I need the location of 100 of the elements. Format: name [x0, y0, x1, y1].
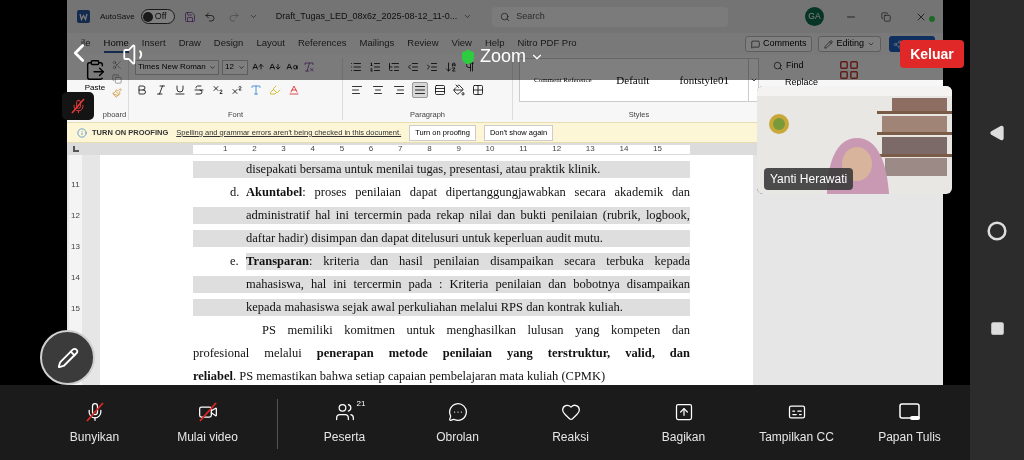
underline-icon — [174, 84, 186, 96]
save-button[interactable] — [182, 9, 197, 24]
mic-off-icon — [83, 401, 106, 423]
search-field[interactable]: Search — [492, 6, 729, 27]
ribbon-tab[interactable]: Draw — [178, 35, 201, 53]
sort-button[interactable] — [444, 60, 458, 74]
style-option[interactable]: Default — [616, 71, 680, 89]
align-icon — [393, 84, 405, 96]
comments-button[interactable]: Comments — [744, 36, 813, 52]
info-icon — [77, 127, 87, 138]
caret-icon — [209, 63, 216, 71]
participants-button[interactable]: 21 Peserta — [288, 401, 401, 446]
chat-button[interactable]: Obrolan — [401, 401, 514, 446]
circle-icon — [987, 220, 1007, 241]
caret-icon — [867, 40, 875, 48]
ribbon-tab[interactable]: Home — [103, 35, 129, 53]
scissors-icon — [112, 60, 122, 70]
ruler-number: 11 — [519, 145, 528, 153]
ruler-number: 12 — [71, 211, 80, 221]
ribbon-tab[interactable]: References — [297, 35, 347, 53]
strikethrough-button[interactable] — [192, 83, 206, 97]
ruler-number: 4 — [310, 145, 315, 153]
italic-button[interactable] — [154, 83, 168, 97]
ruler-number: 6 — [368, 145, 374, 153]
unmute-button[interactable]: Bunyikan — [38, 401, 151, 446]
outdent-icon — [407, 61, 419, 73]
show-marks-button[interactable] — [463, 60, 477, 74]
share-button[interactable]: Bagikan — [627, 401, 740, 446]
line-spacing-icon — [434, 84, 446, 96]
caret-icon — [749, 76, 758, 84]
multilevel-list-button[interactable] — [387, 60, 401, 74]
whiteboard-button[interactable]: Papan Tulis — [853, 401, 966, 446]
search-icon — [773, 60, 783, 71]
add-ins-button[interactable] — [837, 58, 861, 82]
find-button[interactable]: Find — [773, 59, 831, 73]
subscript-button[interactable] — [211, 83, 225, 97]
chat-icon — [446, 401, 469, 423]
underline-button[interactable] — [173, 83, 187, 97]
strikethrough-icon — [193, 84, 205, 96]
ribbon-tab[interactable]: View — [451, 35, 472, 53]
indent-button[interactable] — [425, 60, 439, 74]
document-title: Draft_Tugas_LED_08x6z_2025-08-12_11-0... — [275, 9, 458, 23]
bullets-button[interactable] — [349, 60, 363, 74]
leave-button[interactable]: Keluar — [900, 40, 964, 68]
word-logo-icon — [77, 10, 90, 23]
ribbon-tab[interactable]: Layout — [256, 35, 285, 53]
participant-count: 21 — [356, 398, 366, 410]
clear-format-button[interactable] — [302, 60, 316, 74]
captions-button[interactable]: Tampilkan CC — [740, 401, 853, 446]
bold-button[interactable] — [135, 83, 149, 97]
back-button[interactable] — [989, 124, 1005, 141]
editing-button[interactable]: Editing — [818, 36, 881, 52]
search-icon — [500, 11, 511, 22]
ribbon-tab[interactable]: Mailings — [359, 35, 395, 53]
font-color-icon — [288, 84, 300, 96]
reactions-button[interactable]: Reaksi — [514, 401, 627, 446]
ruler-number: 7 — [398, 145, 403, 153]
shading-button[interactable] — [452, 83, 466, 97]
comment-icon — [750, 39, 760, 49]
style-option[interactable]: fontstyle01 — [679, 71, 749, 89]
align-icon — [372, 84, 384, 96]
clipboard-icon — [84, 59, 106, 81]
home-button[interactable] — [987, 220, 1007, 241]
ruler-number: 14 — [71, 273, 80, 283]
ribbon-tab[interactable]: Insert — [141, 35, 166, 53]
undo-button[interactable] — [202, 9, 217, 24]
triangle-icon — [989, 124, 1005, 141]
caret-icon — [238, 63, 245, 71]
align-icon — [414, 84, 426, 96]
align-button[interactable] — [412, 82, 428, 98]
font-color-button[interactable] — [287, 83, 301, 97]
font-size-field[interactable]: 12 — [222, 59, 248, 75]
borders-button[interactable] — [471, 83, 485, 97]
ruler-number: 15 — [71, 304, 80, 314]
ruler-number: 8 — [427, 145, 432, 153]
start-video-button[interactable]: Mulai video — [151, 401, 264, 446]
square-icon — [989, 320, 1005, 336]
shield-icon — [460, 48, 476, 65]
copy-button[interactable] — [111, 73, 123, 85]
text-effect-icon — [250, 84, 262, 96]
ribbon-tab[interactable]: Review — [407, 35, 439, 53]
bold-icon — [136, 84, 148, 96]
numbering-button[interactable] — [368, 60, 382, 74]
restore-button[interactable] — [880, 10, 892, 23]
text-line: Akuntabel: proses penilaian dapat dipertanggungjawabkan secara akademik dan — [246, 184, 690, 201]
outdent-button[interactable] — [406, 60, 420, 74]
user-avatar[interactable]: GA — [805, 7, 824, 26]
autosave-toggle[interactable]: Off — [140, 9, 175, 24]
recents-button[interactable] — [989, 320, 1005, 336]
font-name-field[interactable]: Times New Roman — [135, 59, 219, 75]
ribbon-tab[interactable]: Nitro PDF Pro — [517, 35, 577, 53]
ruler-number: 1 — [223, 145, 228, 153]
horizontal-ruler[interactable]: 1 2 3 4 5 6 7 8 9 10 11 12 13 14 15 — [193, 144, 690, 154]
ruler-number: 3 — [281, 145, 286, 153]
superscript-button[interactable] — [230, 83, 244, 97]
shrink-font-icon — [269, 61, 281, 73]
ribbon-tab[interactable]: Design — [213, 35, 244, 53]
ribbon-tab[interactable]: ile — [81, 35, 91, 53]
shading-icon — [453, 84, 465, 96]
line-spacing-button[interactable] — [433, 83, 447, 97]
